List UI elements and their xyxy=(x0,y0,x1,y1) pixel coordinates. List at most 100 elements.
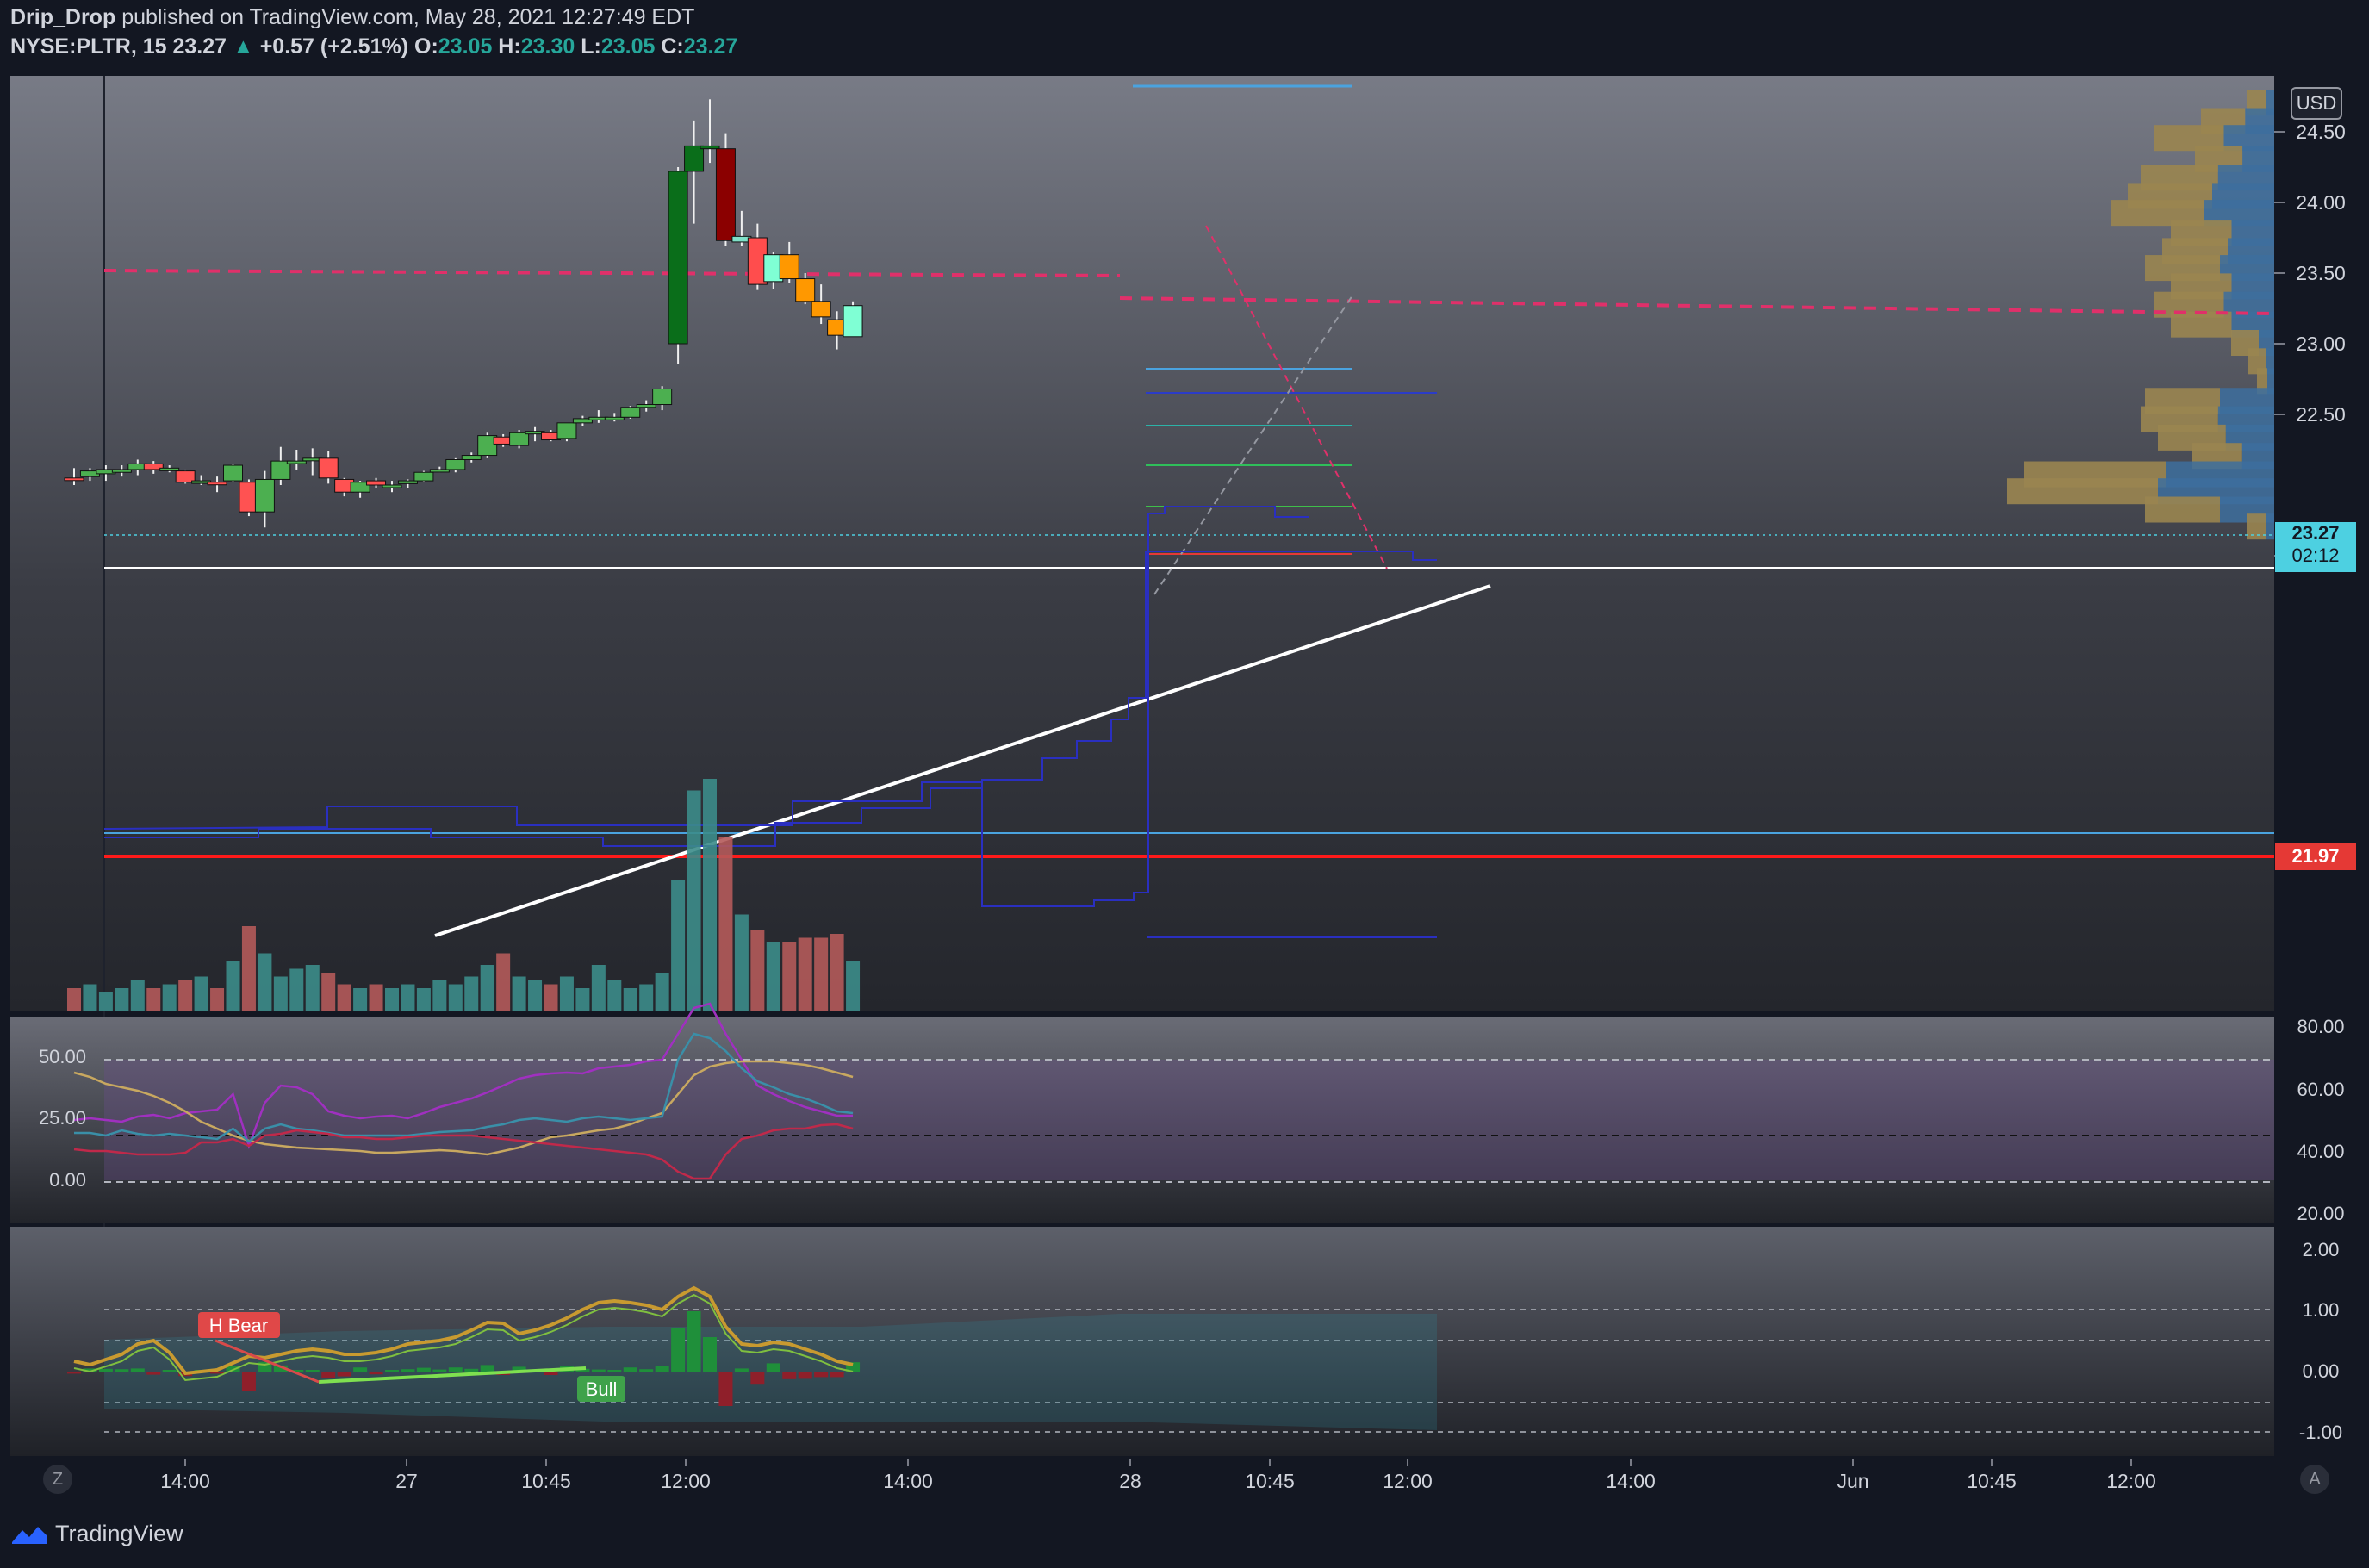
time-label: 12:00 xyxy=(1383,1470,1433,1492)
time-label: 12:00 xyxy=(2106,1470,2156,1492)
time-label: 27 xyxy=(395,1470,418,1492)
price-label: 23.50 xyxy=(2296,262,2346,284)
osc2-histogram-bar xyxy=(591,1369,606,1372)
osc2-histogram-bar xyxy=(146,1372,161,1375)
osc2-histogram-bar xyxy=(766,1363,780,1372)
bull-label: Bull xyxy=(586,1378,618,1400)
candle[interactable] xyxy=(223,464,243,482)
osc1-pane[interactable] xyxy=(10,1002,2274,1223)
volume-bar xyxy=(718,837,733,1011)
volume-bar xyxy=(846,961,861,1011)
osc2-histogram-bar xyxy=(718,1372,733,1406)
candle-body xyxy=(795,278,816,302)
volume-bar xyxy=(480,965,494,1011)
zoom-reset-button[interactable]: Z xyxy=(43,1465,72,1494)
volume-bar xyxy=(226,961,240,1011)
osc2-histogram-bar xyxy=(337,1372,351,1377)
candle-body xyxy=(652,388,673,406)
volume-bar xyxy=(559,976,574,1011)
candle-body xyxy=(223,464,243,482)
time-axis[interactable]: 14:00 27 10:45 12:00 14:00 28 10:45 12:00 14:00 J… xyxy=(10,1459,2369,1503)
osc2-pane[interactable]: H Bear Bull xyxy=(10,1227,2274,1456)
candle-body xyxy=(715,148,736,241)
main-pane-background xyxy=(10,76,2274,1011)
chart-canvas[interactable]: H BearBull 24.5024.0023.5023.0022.5021.5… xyxy=(0,0,2369,1568)
last-price-badge: 23.27 02:12 xyxy=(2275,522,2356,572)
time-label: Jun xyxy=(1837,1470,1868,1492)
osc2-histogram-bar xyxy=(115,1369,129,1372)
osc2-histogram-bar xyxy=(130,1368,145,1372)
price-label: 24.00 xyxy=(2296,191,2346,214)
volume-bar xyxy=(464,976,479,1011)
osc2-histogram-bar xyxy=(305,1370,320,1372)
volume-bar xyxy=(67,988,81,1011)
candle[interactable] xyxy=(556,422,577,442)
volume-bar xyxy=(146,988,161,1011)
osc2-histogram-bar xyxy=(162,1370,177,1372)
volume-bar xyxy=(385,988,399,1011)
volume-bar xyxy=(687,790,701,1011)
volume-bar xyxy=(115,988,129,1011)
volume-bar xyxy=(798,937,812,1011)
osc2-histogram-bar xyxy=(623,1367,637,1372)
candle-body xyxy=(779,254,799,280)
candle[interactable] xyxy=(620,406,641,419)
osc2-histogram-bar xyxy=(750,1372,765,1385)
volume-bar xyxy=(782,942,797,1011)
price-label: 23.00 xyxy=(2296,333,2346,355)
osc1-right-label: 60.00 xyxy=(2297,1079,2344,1100)
candle-body xyxy=(461,455,482,460)
osc2-histogram-bar xyxy=(782,1372,797,1379)
candle-body xyxy=(366,480,387,486)
volume-bar xyxy=(98,992,113,1011)
candle-body xyxy=(668,171,688,345)
volume-bar xyxy=(734,914,749,1011)
candle-body xyxy=(843,305,863,338)
volume-bar xyxy=(703,779,717,1011)
h-bear-marker: H Bear xyxy=(198,1312,280,1338)
currency-button[interactable]: USD xyxy=(2291,87,2342,120)
osc2-histogram-bar xyxy=(687,1311,701,1372)
volume-bar xyxy=(369,984,383,1011)
volume-bar xyxy=(575,988,590,1011)
osc1-right-label: 80.00 xyxy=(2297,1016,2344,1037)
candle[interactable] xyxy=(715,133,736,246)
profile-row-gold xyxy=(2145,496,2220,523)
osc2-histogram-bar xyxy=(369,1372,383,1375)
volume-bar xyxy=(512,976,526,1011)
osc2-histogram-bar xyxy=(385,1370,399,1372)
osc1-right-label: 40.00 xyxy=(2297,1141,2344,1162)
candle-body xyxy=(620,407,641,418)
time-label: 12:00 xyxy=(661,1470,711,1492)
volume-bar xyxy=(623,988,637,1011)
brand-name: TradingView xyxy=(55,1521,183,1546)
osc2-histogram-bar xyxy=(321,1372,336,1378)
candle[interactable] xyxy=(668,167,688,364)
osc1-left-label: 0.00 xyxy=(49,1169,86,1191)
candle[interactable] xyxy=(843,301,863,338)
level-price-badge: 21.97 xyxy=(2275,843,2356,870)
profile-row-gold xyxy=(2247,513,2266,540)
auto-scale-button[interactable]: A xyxy=(2300,1465,2329,1494)
time-label: 28 xyxy=(1119,1470,1141,1492)
candle-body xyxy=(811,301,831,318)
time-label: 14:00 xyxy=(883,1470,933,1492)
volume-bar xyxy=(130,980,145,1011)
volume-bar xyxy=(655,973,669,1011)
osc1-band xyxy=(104,1060,2274,1180)
osc2-histogram-bar xyxy=(703,1337,717,1372)
osc2-histogram-bar xyxy=(607,1370,622,1372)
footer-brand[interactable]: TradingView xyxy=(10,1521,183,1547)
osc2-right-label: -1.00 xyxy=(2299,1422,2342,1443)
osc2-histogram-bar xyxy=(448,1367,463,1372)
volume-bar xyxy=(830,934,844,1011)
osc2-histogram-bar xyxy=(464,1368,479,1372)
volume-bar xyxy=(671,880,686,1011)
osc2-histogram-bar xyxy=(814,1372,829,1378)
candle[interactable] xyxy=(413,470,434,482)
time-label: 10:45 xyxy=(1967,1470,2017,1492)
price-label: 24.50 xyxy=(2296,121,2346,143)
candle-body xyxy=(413,471,434,482)
volume-bar xyxy=(432,980,447,1011)
volume-bar xyxy=(416,988,431,1011)
